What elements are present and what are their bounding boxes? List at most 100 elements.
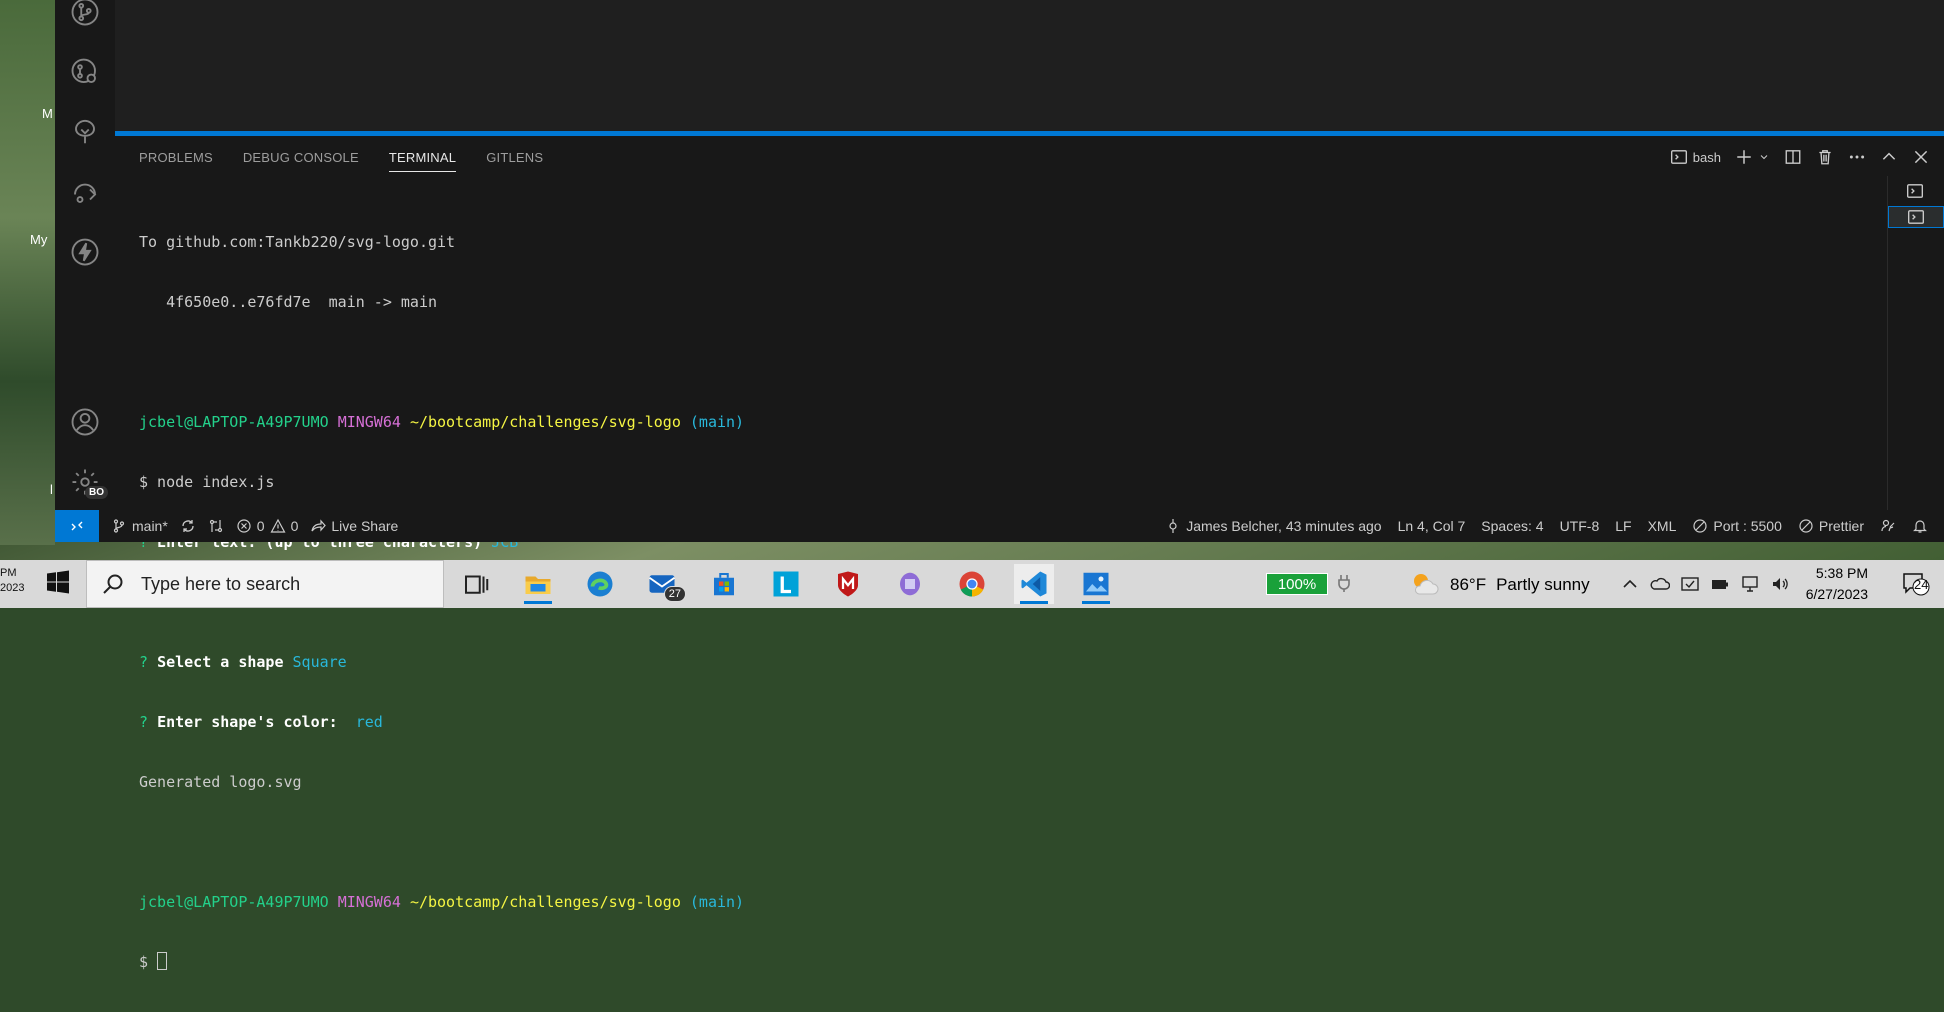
clock-fragment-time: PM bbox=[0, 567, 17, 579]
terminal-instance[interactable] bbox=[1904, 180, 1926, 202]
tab-problems[interactable]: PROBLEMS bbox=[139, 150, 213, 172]
port-label: Port : 5500 bbox=[1713, 518, 1782, 534]
editor-area bbox=[115, 0, 1944, 131]
branch-name: main* bbox=[132, 518, 168, 534]
feedback-icon bbox=[1881, 519, 1895, 532]
mail-app[interactable]: 27 bbox=[642, 564, 686, 604]
battery-indicator[interactable]: 100% bbox=[1266, 573, 1328, 595]
edge-app[interactable] bbox=[580, 564, 620, 604]
new-terminal-button[interactable] bbox=[1735, 148, 1770, 166]
source-control-icon[interactable] bbox=[69, 0, 101, 28]
chevron-up-icon[interactable] bbox=[1620, 574, 1640, 594]
git-compare-icon bbox=[209, 519, 222, 533]
thunder-client-icon[interactable] bbox=[69, 236, 101, 268]
live-server-port[interactable]: Port : 5500 bbox=[1692, 518, 1782, 534]
clock-fragment-date: 2023 bbox=[0, 582, 25, 594]
question-mark: ? bbox=[139, 653, 149, 671]
end-of-line[interactable]: LF bbox=[1615, 518, 1631, 534]
gitlens-inspect-icon[interactable] bbox=[69, 116, 101, 148]
desktop-icons-strip bbox=[0, 0, 55, 545]
battery-icon[interactable] bbox=[1710, 574, 1730, 594]
prompt-env: MINGW64 bbox=[337, 413, 401, 431]
language-mode[interactable]: XML bbox=[1648, 518, 1677, 534]
edge-icon bbox=[587, 571, 613, 597]
tab-terminal[interactable]: TERMINAL bbox=[388, 150, 457, 172]
network-icon[interactable] bbox=[1740, 574, 1760, 594]
chrome-app[interactable] bbox=[952, 564, 992, 604]
taskbar-search[interactable]: Type here to search bbox=[86, 560, 444, 608]
volume-icon[interactable] bbox=[1770, 574, 1790, 594]
clock-time: 5:38 PM bbox=[1815, 565, 1868, 581]
search-icon bbox=[103, 574, 123, 594]
desktop-label: My bbox=[30, 232, 48, 247]
trash-icon[interactable] bbox=[1816, 148, 1834, 166]
folder-icon bbox=[525, 576, 551, 594]
vscode-app[interactable] bbox=[1014, 564, 1054, 604]
terminal-line: To github.com:Tankb220/svg-logo.git bbox=[139, 233, 456, 251]
remote-explorer-icon[interactable] bbox=[69, 176, 101, 208]
sync-button[interactable] bbox=[180, 518, 196, 534]
desktop-label: l bbox=[50, 482, 53, 497]
notification-center[interactable]: 24 bbox=[1902, 572, 1930, 596]
taskbar-clock[interactable]: 5:38 PM 6/27/2023 bbox=[1806, 563, 1868, 605]
mcafee-app[interactable] bbox=[828, 564, 868, 604]
prompt-env: MINGW64 bbox=[337, 893, 401, 911]
file-explorer-app[interactable] bbox=[518, 564, 558, 604]
git-graph-button[interactable] bbox=[208, 518, 224, 534]
prompt-path: ~/bootcamp/challenges/svg-logo bbox=[409, 413, 681, 431]
l-app-icon bbox=[773, 571, 799, 597]
cursor-position[interactable]: Ln 4, Col 7 bbox=[1398, 518, 1466, 534]
encoding[interactable]: UTF-8 bbox=[1560, 518, 1600, 534]
panel-tabs: PROBLEMS DEBUG CONSOLE TERMINAL GITLENS bbox=[139, 150, 543, 172]
copilot-app[interactable] bbox=[890, 564, 930, 604]
onedrive-icon[interactable] bbox=[1650, 574, 1670, 594]
partly-sunny-icon bbox=[1414, 574, 1439, 595]
tab-gitlens[interactable]: GITLENS bbox=[486, 150, 543, 172]
close-panel-icon[interactable] bbox=[1912, 148, 1930, 166]
split-terminal-icon[interactable] bbox=[1784, 148, 1802, 166]
notification-count: 24 bbox=[1914, 577, 1929, 592]
chrome-icon bbox=[959, 571, 985, 597]
search-placeholder: Type here to search bbox=[141, 573, 301, 594]
remote-icon bbox=[71, 521, 83, 531]
plus-icon bbox=[1737, 150, 1751, 164]
question-mark: ? bbox=[139, 713, 149, 731]
tab-debug-console[interactable]: DEBUG CONSOLE bbox=[243, 150, 359, 172]
prettier-status[interactable]: Prettier bbox=[1798, 518, 1864, 534]
panel-actions: bash bbox=[1670, 148, 1930, 166]
question-text: Enter shape's color: bbox=[157, 713, 347, 731]
store-app[interactable] bbox=[704, 564, 744, 604]
activity-bar: BO bbox=[55, 0, 115, 510]
notifications-button[interactable] bbox=[1912, 518, 1928, 534]
chevron-down-icon[interactable] bbox=[1758, 148, 1770, 166]
terminal-icon bbox=[1907, 184, 1923, 198]
prompt-branch: (main) bbox=[689, 893, 745, 911]
account-icon[interactable] bbox=[69, 406, 101, 438]
task-view-icon bbox=[465, 575, 489, 594]
security-center-icon[interactable] bbox=[1680, 574, 1700, 594]
live-share-button[interactable]: Live Share bbox=[310, 518, 398, 534]
branch-status[interactable]: main* bbox=[111, 518, 168, 534]
feedback-button[interactable] bbox=[1880, 518, 1896, 534]
gitlens-icon[interactable] bbox=[69, 56, 101, 88]
vscode-window: BO PROBLEMS DEBUG CONSOLE TERMINAL GITLE… bbox=[55, 0, 1944, 971]
terminal-command: $ node index.js bbox=[139, 473, 275, 491]
remote-indicator[interactable] bbox=[55, 510, 99, 542]
l-app[interactable] bbox=[766, 564, 806, 604]
bottom-panel: PROBLEMS DEBUG CONSOLE TERMINAL GITLENS … bbox=[115, 136, 1944, 971]
indentation[interactable]: Spaces: 4 bbox=[1481, 518, 1543, 534]
windows-start-icon[interactable] bbox=[46, 570, 70, 594]
accounts-badge: BO bbox=[85, 486, 108, 499]
git-blame-status[interactable]: James Belcher, 43 minutes ago bbox=[1165, 518, 1382, 534]
task-view-button[interactable] bbox=[456, 564, 496, 604]
more-actions-icon[interactable] bbox=[1848, 148, 1866, 166]
system-tray bbox=[1620, 574, 1790, 594]
terminal-name: bash bbox=[1692, 149, 1721, 165]
terminal-instance-active[interactable] bbox=[1888, 206, 1944, 228]
terminal-selector[interactable]: bash bbox=[1670, 148, 1721, 166]
maximize-panel-icon[interactable] bbox=[1880, 148, 1898, 166]
terminal-icon bbox=[1670, 150, 1687, 164]
weather-widget[interactable]: 86°F Partly sunny bbox=[1410, 570, 1590, 600]
problems-status[interactable]: 0 0 bbox=[236, 518, 298, 534]
photos-app[interactable] bbox=[1076, 564, 1116, 604]
